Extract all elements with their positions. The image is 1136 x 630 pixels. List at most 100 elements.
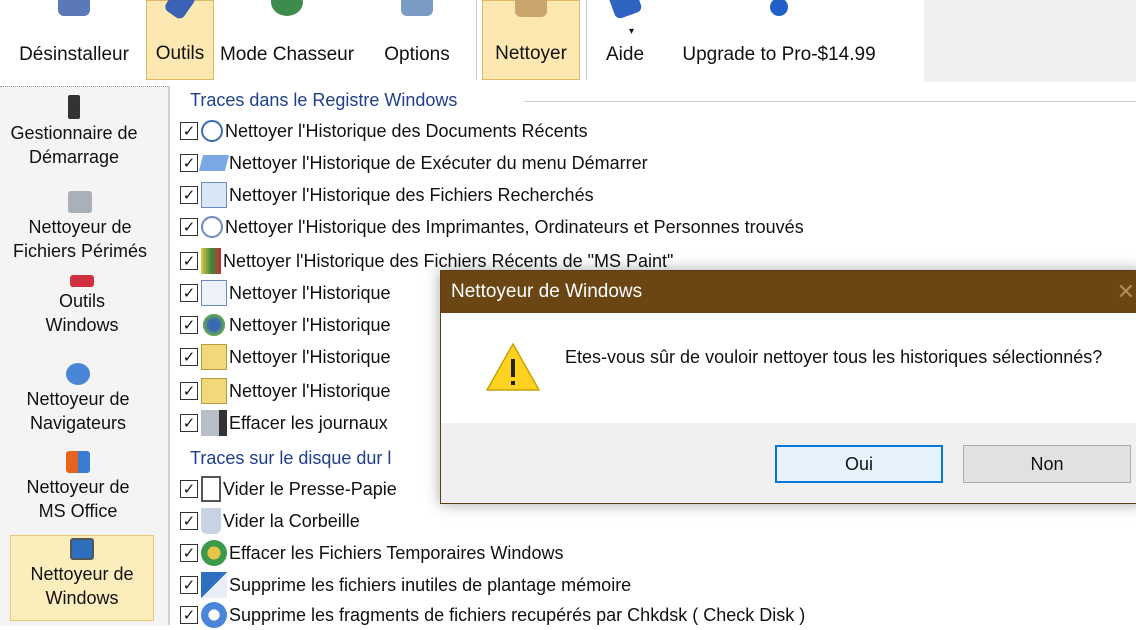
calc-folder-icon bbox=[201, 344, 227, 370]
calc-folder-icon bbox=[201, 378, 227, 404]
sidebar-item-outils-windows[interactable]: Outils Windows bbox=[0, 275, 166, 337]
toolbar-nettoyer-button[interactable]: Nettoyer bbox=[482, 0, 580, 80]
toolbar-label: Aide bbox=[605, 44, 645, 65]
toolbar-label: Nettoyer bbox=[495, 43, 567, 64]
ms-office-icon bbox=[66, 451, 90, 473]
sidebar-item-label-line2: Fichiers Périmés bbox=[12, 241, 148, 261]
sidebar-item-navigateurs[interactable]: Nettoyeur de Navigateurs bbox=[0, 363, 162, 435]
sidebar-item-label-line1: Outils bbox=[58, 291, 105, 311]
list-item[interactable]: ✓ Vider le Presse-Papie bbox=[178, 474, 397, 504]
toolbar-mode-chasseur-button[interactable]: Mode Chasseur bbox=[216, 0, 358, 80]
checkbox[interactable]: ✓ bbox=[180, 186, 198, 204]
sidebar-item-fichiers-perimes[interactable]: Nettoyeur de Fichiers Périmés bbox=[0, 191, 164, 263]
section-title-disk: Traces sur le disque dur l bbox=[190, 448, 392, 468]
dialog-message: Etes-vous sûr de vouloir nettoyer tous l… bbox=[565, 347, 1103, 367]
uninstaller-icon bbox=[58, 0, 90, 16]
list-item[interactable]: ✓ Effacer les journaux bbox=[178, 408, 388, 438]
checkbox[interactable]: ✓ bbox=[180, 122, 198, 140]
checkbox[interactable]: ✓ bbox=[180, 544, 198, 562]
broom-icon bbox=[515, 0, 547, 17]
windows-monitor-icon bbox=[70, 538, 94, 560]
checkbox[interactable]: ✓ bbox=[180, 480, 198, 498]
toolbar-desinstalleur-button[interactable]: Désinstalleur bbox=[2, 0, 146, 80]
list-item[interactable]: ✓ Vider la Corbeille bbox=[178, 506, 360, 536]
clipboard-icon bbox=[201, 476, 221, 502]
tools-icon bbox=[162, 0, 198, 21]
warning-icon bbox=[485, 342, 541, 391]
sidebar-item-windows[interactable]: Nettoyeur de Windows bbox=[10, 535, 154, 621]
traffic-light-icon bbox=[68, 95, 80, 119]
checkbox[interactable]: ✓ bbox=[180, 414, 198, 432]
list-item[interactable]: ✓ Nettoyer l'Historique bbox=[178, 278, 391, 308]
section-title-registry: Traces dans le Registre Windows bbox=[190, 90, 458, 110]
toolbar-aide-button[interactable]: Aide bbox=[598, 0, 652, 80]
list-item-label: Vider le Presse-Papie bbox=[223, 478, 397, 499]
checkbox[interactable]: ✓ bbox=[180, 606, 198, 624]
checkbox[interactable]: ✓ bbox=[180, 218, 198, 236]
wordpad-icon bbox=[201, 280, 227, 306]
list-item-label: Supprime les fichiers inutiles de planta… bbox=[229, 574, 632, 595]
file-cleaner-icon bbox=[68, 191, 92, 213]
event-log-icon bbox=[201, 410, 227, 436]
toolbar-label: Mode Chasseur bbox=[219, 44, 355, 65]
checkbox[interactable]: ✓ bbox=[180, 348, 198, 366]
run-window-icon bbox=[198, 155, 230, 171]
list-item[interactable]: ✓ Effacer les Fichiers Temporaires Windo… bbox=[178, 538, 563, 568]
checkbox[interactable]: ✓ bbox=[180, 252, 198, 270]
options-icon bbox=[401, 0, 433, 16]
sidebar-item-label-line1: Nettoyeur de bbox=[26, 477, 130, 497]
list-item-label: Effacer les journaux bbox=[229, 412, 388, 433]
sidebar-item-gestionnaire-demarrage[interactable]: Gestionnaire de Démarrage bbox=[0, 95, 158, 169]
toolbar-label: Options bbox=[384, 44, 450, 65]
checkbox[interactable]: ✓ bbox=[180, 512, 198, 530]
toolbar-separator bbox=[476, 0, 477, 80]
toolbar-outils-button[interactable]: Outils bbox=[146, 0, 214, 80]
non-button-label: Non bbox=[1030, 453, 1064, 474]
sidebar-item-label-line1: Nettoyeur de bbox=[28, 217, 132, 237]
help-book-icon bbox=[607, 0, 643, 20]
section-divider bbox=[524, 101, 1136, 102]
dialog-titlebar[interactable]: Nettoyeur de Windows ✕ bbox=[441, 271, 1136, 313]
toolbar: Désinstalleur Outils Mode Chasseur Optio… bbox=[0, 0, 1136, 86]
toolbar-background bbox=[924, 0, 1136, 82]
sidebar-item-label-line1: Gestionnaire de bbox=[10, 123, 138, 143]
list-item[interactable]: ✓ Nettoyer l'Historique bbox=[178, 342, 391, 372]
list-item-label: Nettoyer l'Historique des Imprimantes, O… bbox=[225, 216, 804, 237]
sidebar-divider bbox=[168, 86, 170, 625]
confirm-dialog: Nettoyeur de Windows ✕ Etes-vous sûr de … bbox=[440, 270, 1136, 504]
sidebar-item-label-line2: Windows bbox=[45, 315, 119, 335]
radar-icon bbox=[271, 0, 303, 16]
list-item-label: Nettoyer l'Historique bbox=[229, 346, 391, 367]
toolbar-upgrade-button[interactable]: Upgrade to Pro-$14.99 bbox=[653, 0, 905, 80]
sidebar-item-label-line1: Nettoyeur de bbox=[30, 564, 134, 584]
non-button[interactable]: Non bbox=[963, 445, 1131, 483]
sidebar-item-label-line2: Démarrage bbox=[28, 147, 120, 167]
clock-document-icon bbox=[201, 120, 223, 142]
list-item-label: Supprime les fragments de fichiers recup… bbox=[229, 604, 806, 625]
close-icon[interactable]: ✕ bbox=[1117, 271, 1135, 313]
list-item[interactable]: ✓ Nettoyer l'Historique bbox=[178, 376, 391, 406]
dialog-footer: Oui Non bbox=[441, 423, 1136, 503]
list-item[interactable]: ✓ Nettoyer l'Historique des Fichiers Rec… bbox=[178, 180, 594, 210]
toolbar-label: Désinstalleur bbox=[19, 44, 129, 65]
chevron-down-icon[interactable]: ▾ bbox=[629, 26, 634, 37]
list-item[interactable]: ✓ Nettoyer l'Historique de Exécuter du m… bbox=[178, 148, 648, 178]
checkbox[interactable]: ✓ bbox=[180, 316, 198, 334]
list-item[interactable]: ✓ Supprime les fichiers inutiles de plan… bbox=[178, 570, 631, 600]
list-item-label: Vider la Corbeille bbox=[223, 510, 360, 531]
list-item[interactable]: ✓ Supprime les fragments de fichiers rec… bbox=[178, 600, 805, 630]
network-icon bbox=[201, 312, 227, 338]
list-item[interactable]: ✓ Nettoyer l'Historique des Imprimantes,… bbox=[178, 212, 804, 242]
recycle-bin-icon bbox=[201, 508, 221, 534]
list-item[interactable]: ✓ Nettoyer l'Historique des Documents Ré… bbox=[178, 116, 588, 146]
checkbox[interactable]: ✓ bbox=[180, 154, 198, 172]
checkbox[interactable]: ✓ bbox=[180, 382, 198, 400]
list-item[interactable]: ✓ Nettoyer l'Historique bbox=[178, 310, 391, 340]
pro-badge-icon bbox=[770, 0, 788, 16]
checkbox[interactable]: ✓ bbox=[180, 284, 198, 302]
sidebar-item-ms-office[interactable]: Nettoyeur de MS Office bbox=[0, 451, 162, 523]
toolbar-options-button[interactable]: Options bbox=[358, 0, 476, 80]
checkbox[interactable]: ✓ bbox=[180, 576, 198, 594]
list-item-label: Nettoyer l'Historique de Exécuter du men… bbox=[229, 152, 648, 173]
oui-button[interactable]: Oui bbox=[775, 445, 943, 483]
